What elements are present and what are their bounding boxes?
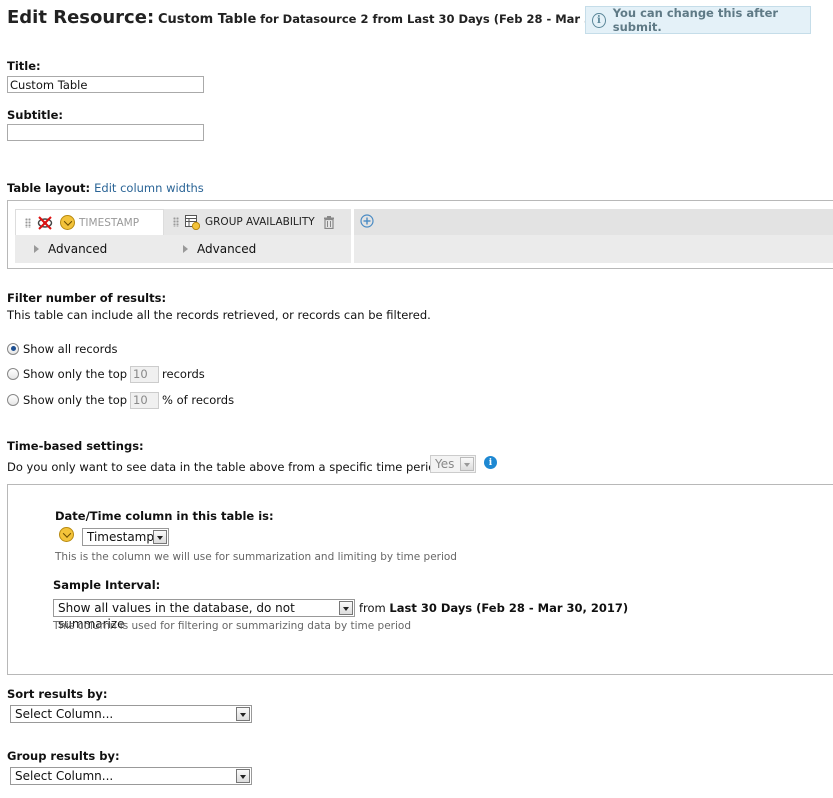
sample-period-text: from Last 30 Days (Feb 28 - Mar 30, 2017…	[359, 601, 628, 615]
time-settings-heading: Time-based settings:	[7, 439, 144, 453]
advanced-label: Advanced	[48, 242, 108, 256]
advanced-label: Advanced	[197, 242, 257, 256]
group-select[interactable]: Select Column...	[10, 767, 252, 785]
option-show-all-label: Show all records	[23, 342, 118, 356]
trash-icon[interactable]	[323, 215, 335, 229]
drag-handle-icon[interactable]	[173, 217, 179, 227]
column-header-group-availability[interactable]: GROUP AVAILABILITY	[164, 209, 351, 235]
table-layout-panel: TIMESTAMP Advanced GROUP AVAILABILITY Ad…	[7, 200, 833, 269]
time-period-select[interactable]: Yes	[430, 455, 476, 473]
sample-from: from	[359, 601, 386, 615]
option-top-percent[interactable]: Show only the top 10% of records	[7, 392, 234, 409]
title-prefix: Edit Resource:	[7, 7, 155, 28]
sort-value: Select Column...	[15, 707, 114, 721]
column-advanced-group-availability[interactable]: Advanced	[164, 235, 351, 263]
column-card-group-availability[interactable]: GROUP AVAILABILITY Advanced	[164, 209, 351, 263]
filter-heading: Filter number of results:	[7, 291, 167, 305]
column-header-timestamp[interactable]: TIMESTAMP	[15, 209, 164, 235]
resource-name: Custom Table	[157, 12, 257, 27]
date-column-label: Date/Time column in this table is:	[55, 509, 274, 523]
sort-select[interactable]: Select Column...	[10, 705, 252, 723]
clock-icon	[60, 215, 75, 230]
table-layout-heading: Table layout: Edit column widths	[7, 181, 204, 195]
radio-top-percent[interactable]	[7, 393, 19, 406]
option-pct-prefix: Show only the top	[23, 393, 128, 407]
sort-label: Sort results by:	[7, 687, 108, 701]
time-question: Do you only want to see data in the tabl…	[7, 460, 449, 474]
subtitle-input[interactable]	[7, 124, 204, 141]
title-label: Title:	[7, 59, 41, 73]
group-value: Select Column...	[15, 769, 114, 783]
chevron-down-icon	[153, 530, 167, 544]
column-name-group-availability: GROUP AVAILABILITY	[205, 216, 315, 228]
sample-interval-label: Sample Interval:	[53, 578, 161, 592]
date-column-select[interactable]: Timestamp	[82, 528, 169, 546]
expand-triangle-icon	[183, 245, 188, 253]
date-column-note: This is the column we will use for summa…	[55, 551, 457, 563]
column-card-timestamp[interactable]: TIMESTAMP Advanced	[15, 209, 164, 263]
top-percent-input[interactable]: 10	[130, 392, 160, 409]
table-clock-icon	[185, 214, 200, 230]
chevron-down-icon	[236, 769, 250, 783]
date-column-value: Timestamp	[87, 530, 154, 544]
radio-top-records[interactable]	[7, 367, 19, 380]
group-label: Group results by:	[7, 749, 120, 763]
option-pct-suffix: % of records	[162, 393, 235, 407]
title-input[interactable]	[7, 76, 204, 93]
time-period-value: Yes	[435, 457, 455, 471]
info-icon: i	[592, 12, 606, 28]
expand-triangle-icon	[34, 245, 39, 253]
info-icon[interactable]: i	[484, 456, 497, 469]
option-top-suffix: records	[162, 367, 205, 381]
top-records-input[interactable]: 10	[130, 366, 160, 383]
add-column-strip	[354, 209, 833, 235]
page-title: Edit Resource: Custom Table for Datasour…	[7, 7, 646, 28]
chevron-down-icon	[339, 601, 353, 615]
hint-text: You can change this after submit.	[612, 6, 779, 34]
option-top-prefix: Show only the top	[23, 367, 128, 381]
option-top-records[interactable]: Show only the top 10 records	[7, 366, 205, 383]
subtitle-label: Subtitle:	[7, 108, 63, 122]
change-hint-banner: i You can change this after submit.	[585, 6, 811, 34]
sample-interval-note: This column is used for filtering or sum…	[53, 620, 411, 632]
add-column-area	[354, 209, 833, 263]
clock-icon	[59, 527, 74, 542]
chevron-down-icon	[236, 707, 250, 721]
filter-description: This table can include all the records r…	[7, 308, 431, 322]
chevron-down-icon	[460, 457, 474, 471]
hidden-eye-icon[interactable]	[37, 215, 53, 230]
column-name-timestamp: TIMESTAMP	[79, 216, 140, 229]
edit-column-widths-link[interactable]: Edit column widths	[94, 181, 204, 195]
option-show-all[interactable]: Show all records	[7, 342, 118, 356]
radio-show-all[interactable]	[7, 342, 19, 355]
plus-circle-icon[interactable]	[360, 214, 374, 228]
drag-handle-icon[interactable]	[25, 217, 31, 228]
sample-interval-select[interactable]: Show all values in the database, do not …	[53, 599, 355, 631]
table-layout-label: Table layout:	[7, 181, 91, 195]
column-advanced-timestamp[interactable]: Advanced	[15, 235, 164, 263]
sample-period: Last 30 Days (Feb 28 - Mar 30, 2017)	[389, 601, 629, 615]
